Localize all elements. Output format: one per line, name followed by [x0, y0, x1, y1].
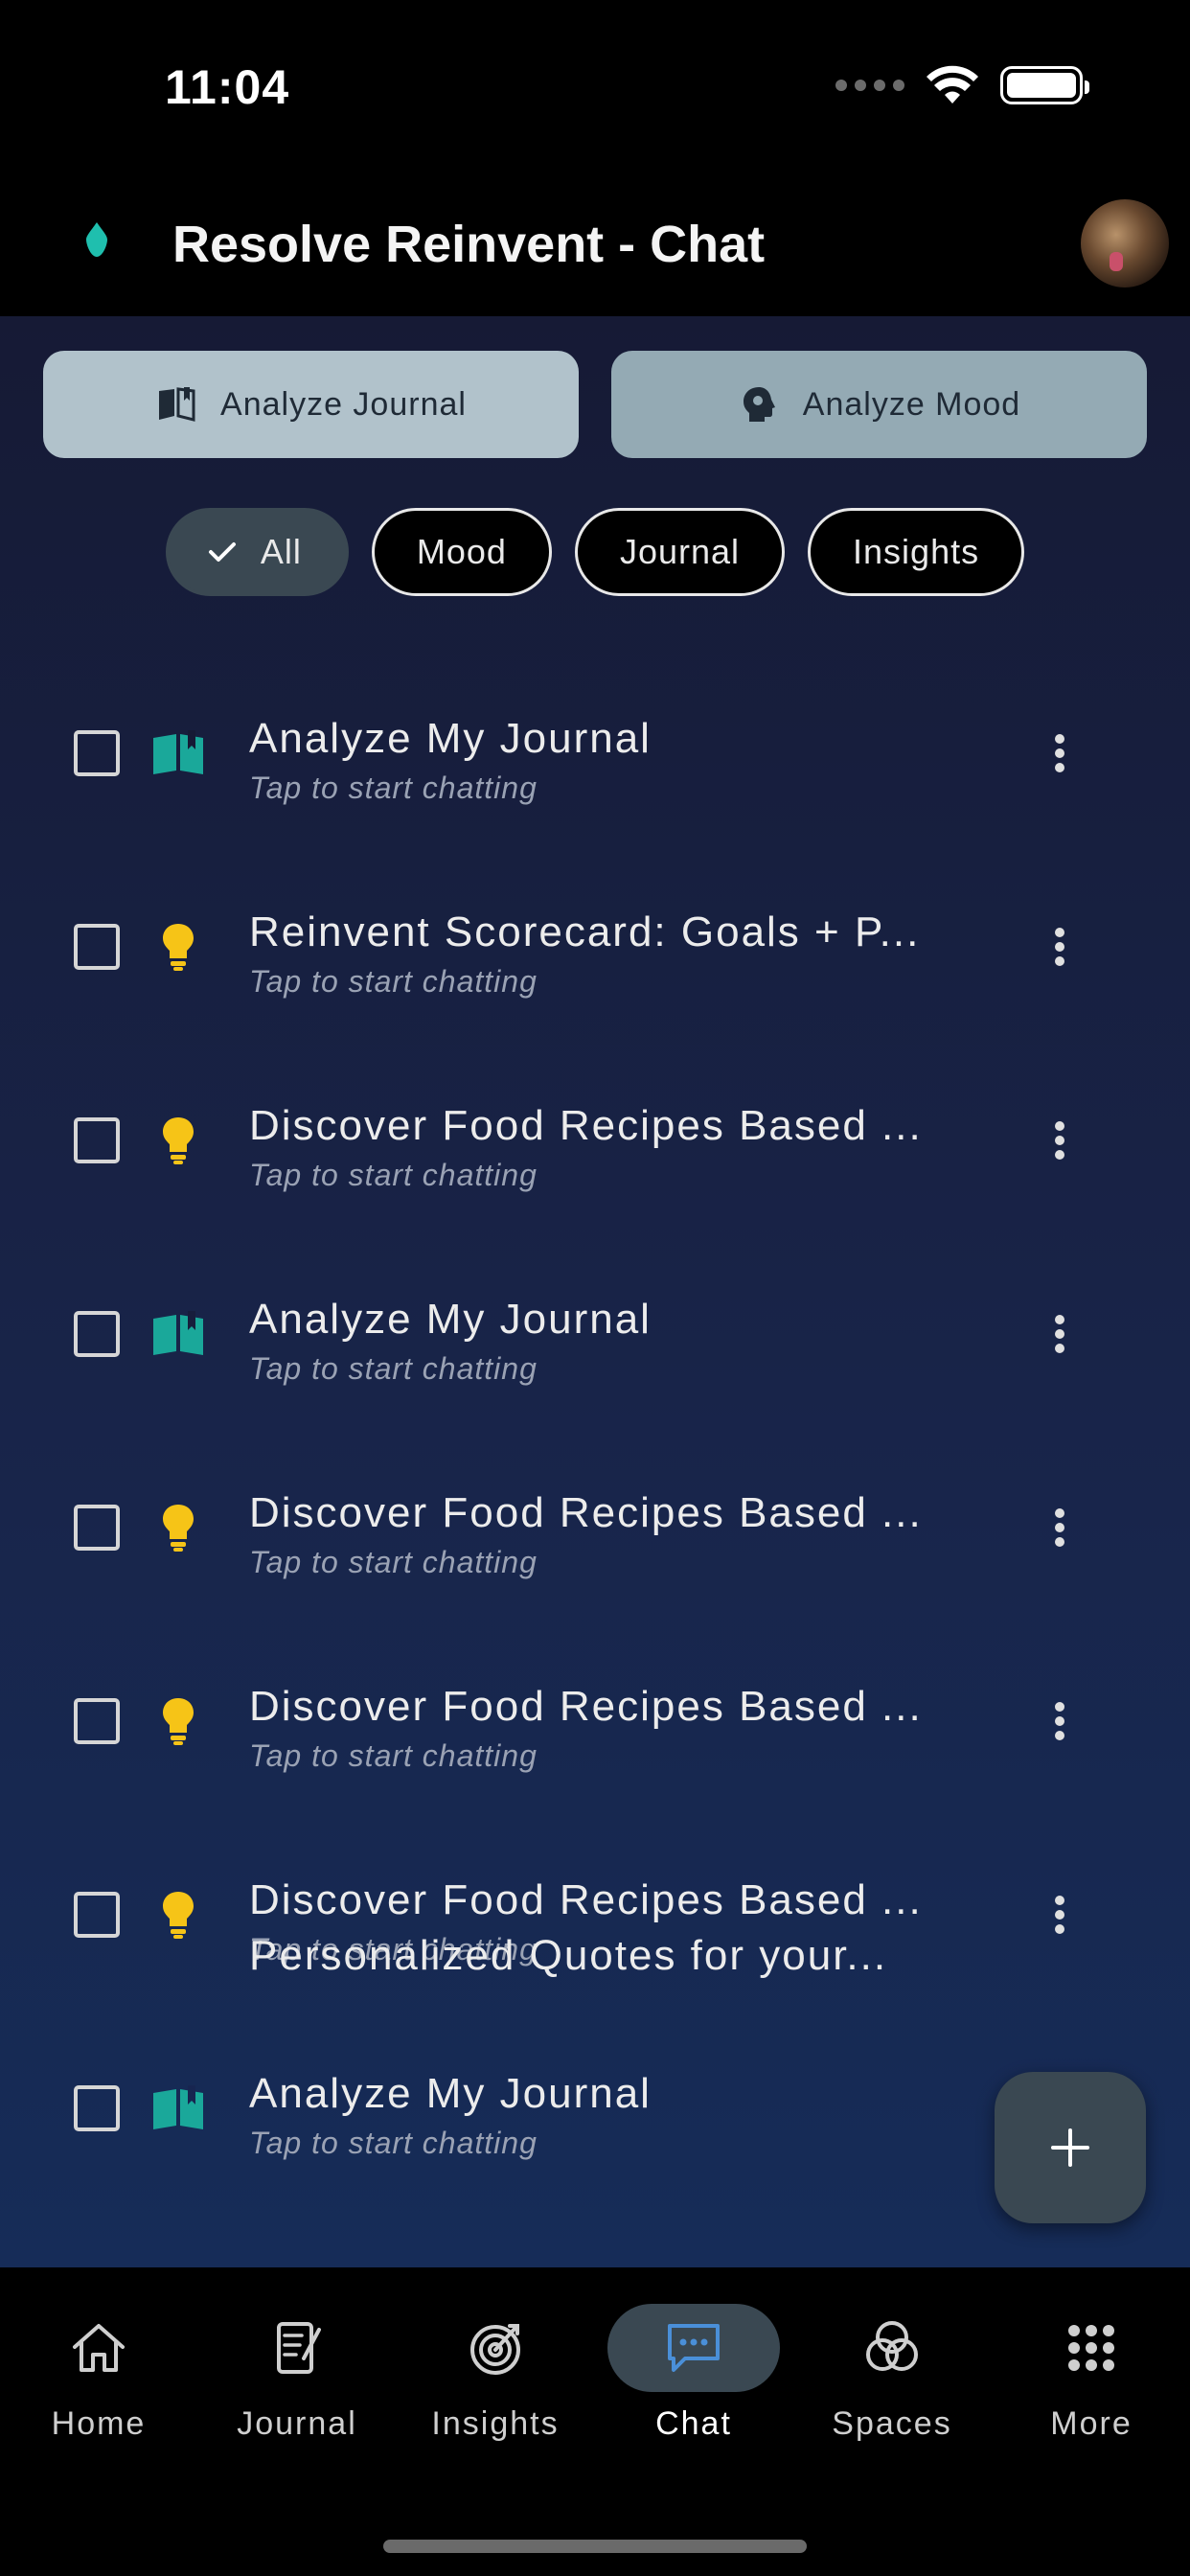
nav-insights[interactable]: Insights — [397, 2304, 594, 2448]
list-item[interactable]: Analyze My Journal Tap to start chatting — [0, 1229, 1190, 1422]
analyze-journal-label: Analyze Journal — [220, 385, 467, 423]
chat-subtitle: Tap to start chatting — [249, 1351, 538, 1386]
list-item[interactable]: Analyze My Journal Tap to start chatting — [0, 648, 1190, 841]
chat-title: Analyze My Journal — [249, 2070, 652, 2117]
analyze-journal-button[interactable]: Analyze Journal — [43, 351, 579, 458]
chat-subtitle: Tap to start chatting — [249, 2126, 538, 2160]
filter-chip-insights[interactable]: Insights — [808, 508, 1025, 596]
head-brain-icon — [743, 387, 775, 422]
lightbulb-icon — [163, 1117, 194, 1164]
target-icon — [470, 2324, 520, 2375]
check-icon — [208, 542, 236, 562]
nav-label: More — [1050, 2405, 1133, 2442]
chat-title: Discover Food Recipes Based ... — [249, 1489, 923, 1536]
chat-title: Analyze My Journal — [249, 1296, 652, 1343]
analyze-mood-label: Analyze Mood — [802, 385, 1021, 423]
book-icon — [159, 387, 195, 422]
nav-label: Home — [51, 2405, 147, 2442]
lightbulb-icon — [163, 924, 194, 971]
chat-title: Analyze My Journal — [249, 715, 652, 762]
bottom-nav: Home Journal Insights Chat Spaces More — [0, 2267, 1190, 2576]
filter-chip-label: Journal — [619, 532, 741, 571]
book-icon — [153, 730, 203, 774]
chat-subtitle: Tap to start chatting — [249, 1738, 538, 1773]
home-indicator — [383, 2540, 807, 2553]
more-options-icon[interactable] — [1044, 730, 1075, 776]
app-header: Resolve Reinvent - Chat — [0, 172, 1190, 316]
nav-journal[interactable]: Journal — [198, 2304, 396, 2448]
wifi-icon — [927, 65, 978, 104]
lightbulb-icon — [163, 1892, 194, 1939]
brand-logo-icon — [86, 222, 107, 257]
select-checkbox[interactable] — [74, 1117, 120, 1163]
chat-subtitle: Tap to start chatting — [249, 1545, 538, 1579]
more-options-icon[interactable] — [1044, 1698, 1075, 1744]
more-options-icon[interactable] — [1044, 1505, 1075, 1551]
nav-label: Insights — [431, 2405, 560, 2442]
filter-chip-mood[interactable]: Mood — [371, 508, 552, 596]
analyze-mood-button[interactable]: Analyze Mood — [611, 351, 1147, 458]
filter-chip-label: Insights — [853, 532, 980, 571]
chat-title: Discover Food Recipes Based ... — [249, 1102, 923, 1149]
select-checkbox[interactable] — [74, 1505, 120, 1551]
nav-label: Journal — [237, 2405, 357, 2442]
chat-title: Reinvent Scorecard: Goals + P... — [249, 908, 921, 955]
select-checkbox[interactable] — [74, 1698, 120, 1744]
status-icons — [835, 65, 1089, 105]
list-item[interactable]: Reinvent Scorecard: Goals + P... Tap to … — [0, 841, 1190, 1035]
nav-home[interactable]: Home — [0, 2304, 197, 2448]
chat-subtitle: Tap to start chatting — [249, 964, 538, 999]
filter-chip-label: Mood — [416, 532, 507, 571]
battery-icon — [1000, 66, 1089, 104]
chat-subtitle: Tap to start chatting — [249, 770, 538, 805]
home-icon — [73, 2324, 125, 2372]
status-bar: 11:04 — [0, 0, 1190, 172]
grid-icon — [1068, 2325, 1114, 2371]
nav-label: Chat — [655, 2405, 732, 2442]
lightbulb-icon — [163, 1505, 194, 1552]
filter-chips: All Mood Journal Insights — [0, 508, 1190, 596]
list-item[interactable]: Discover Food Recipes Based ... Tap to s… — [0, 1422, 1190, 1616]
page-title: Resolve Reinvent - Chat — [172, 216, 766, 273]
select-checkbox[interactable] — [74, 730, 120, 776]
status-time: 11:04 — [165, 60, 290, 114]
more-options-icon[interactable] — [1044, 1117, 1075, 1163]
filter-chip-all[interactable]: All — [165, 508, 349, 596]
lightbulb-icon — [163, 1698, 194, 1745]
filter-chip-label: All — [260, 532, 302, 571]
more-options-icon[interactable] — [1044, 1892, 1075, 1938]
more-options-icon[interactable] — [1044, 1311, 1075, 1357]
nav-label: Spaces — [832, 2405, 952, 2442]
chat-title: Discover Food Recipes Based ... — [249, 1683, 923, 1730]
new-chat-button[interactable] — [995, 2072, 1146, 2223]
select-checkbox[interactable] — [74, 2085, 120, 2131]
chat-icon — [668, 2324, 720, 2372]
select-checkbox[interactable] — [74, 1311, 120, 1357]
chat-title-partial: Personalized Quotes for your... — [249, 1932, 888, 1979]
book-icon — [153, 2085, 203, 2129]
chat-title: Discover Food Recipes Based ... — [249, 1876, 923, 1923]
cellular-signal-icon — [835, 80, 904, 91]
list-item[interactable]: Discover Food Recipes Based ... Tap to s… — [0, 1035, 1190, 1229]
select-checkbox[interactable] — [74, 924, 120, 970]
list-item[interactable]: Discover Food Recipes Based ... Tap to s… — [0, 1616, 1190, 1809]
more-options-icon[interactable] — [1044, 924, 1075, 970]
spaces-icon — [866, 2321, 918, 2371]
nav-spaces[interactable]: Spaces — [793, 2304, 991, 2448]
chat-screen: Analyze Journal Analyze Mood All Mood Jo… — [0, 316, 1190, 2267]
select-checkbox[interactable] — [74, 1892, 120, 1938]
plus-icon — [1051, 2128, 1089, 2167]
quick-actions: Analyze Journal Analyze Mood — [43, 351, 1147, 458]
chat-subtitle: Tap to start chatting — [249, 1158, 538, 1192]
nav-more[interactable]: More — [993, 2304, 1190, 2448]
book-icon — [153, 1311, 203, 1355]
nav-chat[interactable]: Chat — [595, 2304, 792, 2448]
filter-chip-journal[interactable]: Journal — [574, 508, 786, 596]
avatar[interactable] — [1081, 199, 1169, 288]
journal-icon — [277, 2322, 321, 2374]
